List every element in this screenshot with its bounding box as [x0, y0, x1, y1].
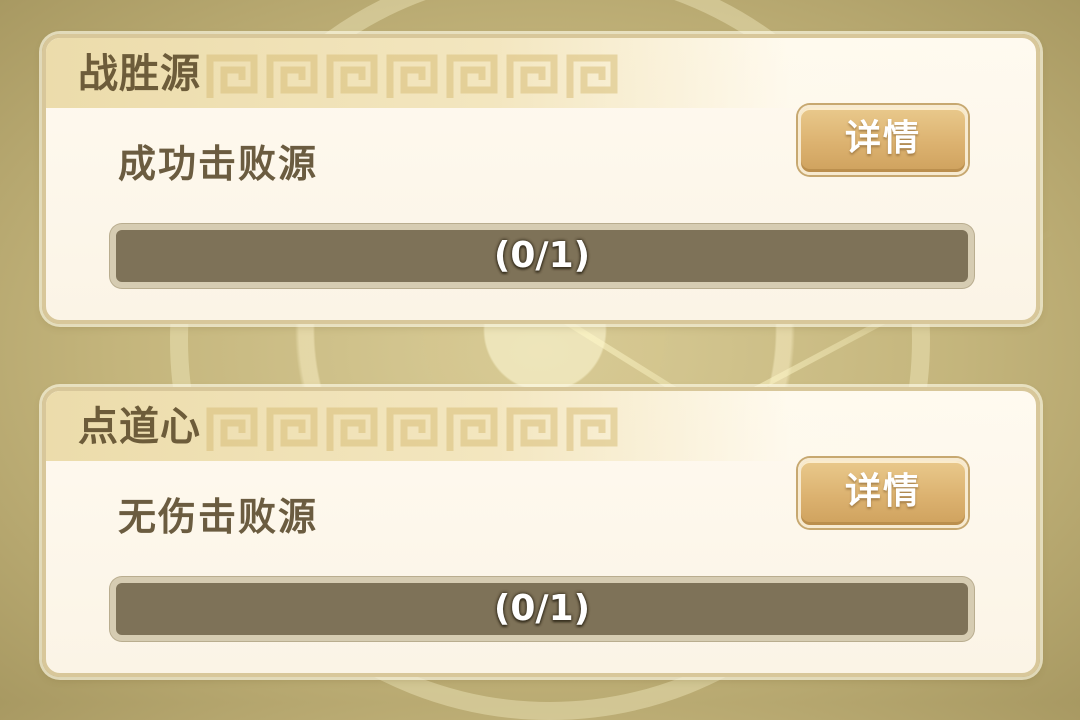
achievement-description: 成功击败源: [118, 142, 319, 186]
greek-key-pattern-icon: [206, 403, 626, 459]
progress-bar: (0/1): [110, 577, 974, 641]
achievement-card: 点道心 无伤击败源 详情 (0/1): [42, 387, 1040, 677]
details-button[interactable]: 详情: [798, 458, 968, 528]
achievement-title: 点道心: [78, 404, 201, 450]
achievement-card: 战胜源 成功击败源 详情 (0/1): [42, 34, 1040, 324]
achievement-title: 战胜源: [78, 51, 201, 97]
progress-bar: (0/1): [110, 224, 974, 288]
greek-key-pattern-icon: [206, 50, 626, 106]
achievement-description: 无伤击败源: [118, 495, 319, 539]
details-button[interactable]: 详情: [798, 105, 968, 175]
progress-text: (0/1): [493, 235, 591, 276]
progress-text: (0/1): [493, 588, 591, 629]
